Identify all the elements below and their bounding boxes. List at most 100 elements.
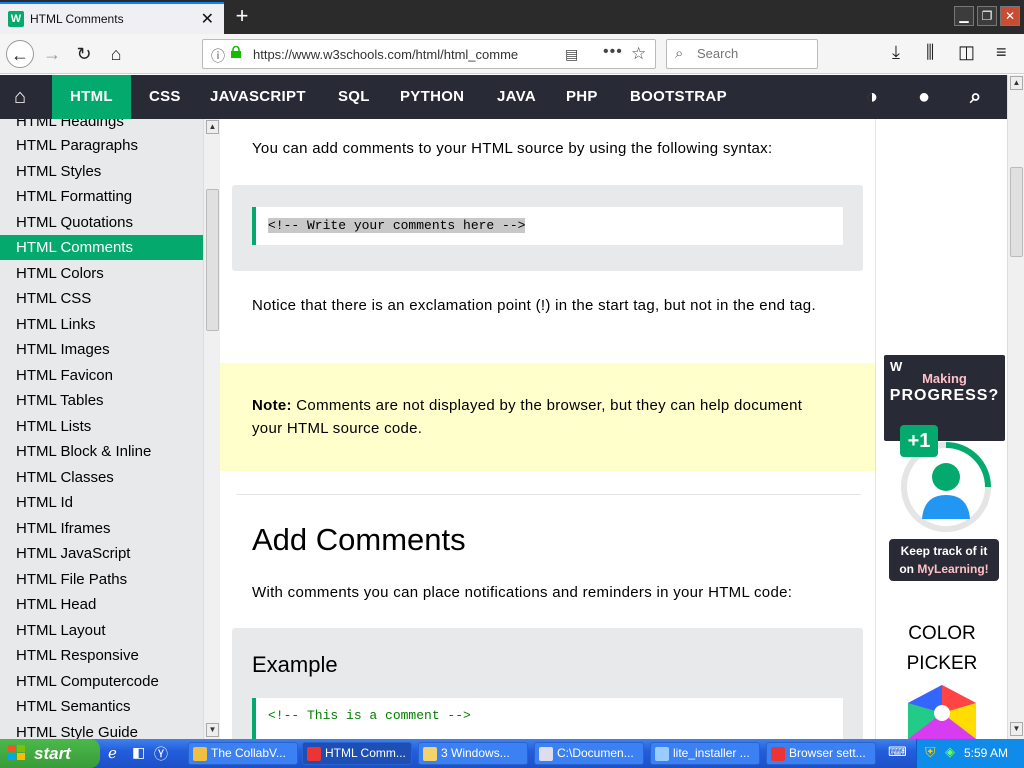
menu-icon[interactable]: ≡ bbox=[996, 42, 1007, 63]
minimize-button[interactable]: ▁ bbox=[954, 6, 974, 26]
sidebar-item-html-lists[interactable]: HTML Lists bbox=[0, 414, 203, 439]
contrast-icon[interactable]: ◑ bbox=[866, 75, 878, 119]
example-code-block: <!-- This is a comment --> bbox=[252, 698, 843, 739]
scroll-up-icon[interactable]: ▲ bbox=[206, 120, 219, 134]
sidebar-item-html-tables[interactable]: HTML Tables bbox=[0, 388, 203, 413]
tab-title: HTML Comments bbox=[30, 12, 124, 26]
w3schools-favicon-icon: W bbox=[8, 11, 24, 27]
taskbar-item-windows[interactable]: 3 Windows... bbox=[418, 742, 528, 765]
example-box: Example <!-- This is a comment --> bbox=[232, 628, 863, 739]
nav-javascript[interactable]: JAVASCRIPT bbox=[210, 75, 306, 119]
ad-mylearning-text: MyLearning! bbox=[917, 562, 989, 576]
syntax-code-block: <!-- Write your comments here --> bbox=[252, 207, 843, 245]
nav-python[interactable]: PYTHON bbox=[400, 75, 464, 119]
sidebar-item-html-layout[interactable]: HTML Layout bbox=[0, 618, 203, 643]
nav-php[interactable]: PHP bbox=[566, 75, 598, 119]
taskbar-item-documents[interactable]: C:\Documen... bbox=[534, 742, 644, 765]
shield-icon[interactable]: ⛨ bbox=[925, 744, 936, 761]
sidebar-item-html-formatting[interactable]: HTML Formatting bbox=[0, 184, 203, 209]
divider bbox=[236, 494, 861, 495]
sidebar: HTML Headings HTML Paragraphs HTML Style… bbox=[0, 119, 203, 739]
taskbar-item-collabvm[interactable]: The CollabV... bbox=[188, 742, 298, 765]
taskbar-item-lite-installer[interactable]: lite_installer ... bbox=[650, 742, 760, 765]
new-tab-button[interactable]: + bbox=[232, 3, 252, 29]
more-icon[interactable]: ••• bbox=[603, 43, 623, 61]
start-button[interactable]: start bbox=[0, 739, 100, 768]
installer-icon bbox=[655, 747, 669, 761]
section-paragraph: With comments you can place notification… bbox=[252, 584, 793, 601]
color-picker-heading[interactable]: COLOR PICKER bbox=[876, 619, 1008, 679]
restore-button[interactable]: ❐ bbox=[977, 6, 997, 26]
w3schools-topnav: ⌂ HTML CSS JAVASCRIPT SQL PYTHON JAVA PH… bbox=[0, 75, 1007, 119]
browser-tab-active[interactable]: W HTML Comments ✕ bbox=[0, 2, 224, 34]
search-icon: ⌕ bbox=[675, 45, 684, 62]
back-icon[interactable]: ← bbox=[6, 40, 34, 68]
yandex-icon[interactable]: Ⓨ bbox=[154, 744, 168, 764]
taskbar-item-label: Browser sett... bbox=[789, 746, 866, 760]
sidebar-item-html-style-guide[interactable]: HTML Style Guide bbox=[0, 720, 203, 739]
sidebar-item-html-head[interactable]: HTML Head bbox=[0, 592, 203, 617]
nav-java[interactable]: JAVA bbox=[497, 75, 536, 119]
download-icon[interactable]: ⤓ bbox=[892, 42, 900, 63]
quicklaunch-icon[interactable]: ◧ bbox=[132, 744, 145, 761]
sidebar-icon[interactable]: ◫ bbox=[958, 42, 975, 63]
library-icon[interactable]: ⫼ bbox=[926, 42, 934, 63]
mylearning-ad[interactable]: W Making PROGRESS? +1 Keep track of it o… bbox=[884, 355, 1005, 581]
scroll-down-icon[interactable]: ▼ bbox=[1010, 722, 1023, 736]
clock[interactable]: 5:59 AM bbox=[964, 746, 1008, 760]
info-icon[interactable]: ⓘ bbox=[211, 46, 225, 66]
sidebar-item-html-semantics[interactable]: HTML Semantics bbox=[0, 694, 203, 719]
tab-close-icon[interactable]: ✕ bbox=[201, 9, 214, 29]
lock-icon bbox=[231, 46, 241, 58]
window-close-button[interactable]: ✕ bbox=[1000, 6, 1020, 26]
sidebar-item-html-classes[interactable]: HTML Classes bbox=[0, 465, 203, 490]
reload-icon[interactable]: ↻ bbox=[70, 40, 98, 68]
sidebar-item-html-comments[interactable]: HTML Comments bbox=[0, 235, 203, 260]
page-scroll-thumb[interactable] bbox=[1010, 167, 1023, 257]
globe-icon[interactable]: ● bbox=[918, 75, 930, 119]
sidebar-item-html-iframes[interactable]: HTML Iframes bbox=[0, 516, 203, 541]
nav-sql[interactable]: SQL bbox=[338, 75, 370, 119]
sidebar-item-html-links[interactable]: HTML Links bbox=[0, 312, 203, 337]
keyboard-icon[interactable]: ⌨ bbox=[888, 744, 907, 760]
taskbar-item-browser-settings[interactable]: Browser sett... bbox=[766, 742, 876, 765]
page-scrollbar[interactable]: ▲ ▼ bbox=[1007, 75, 1024, 739]
home-icon[interactable]: ⌂ bbox=[14, 75, 26, 119]
search-icon[interactable]: ⌕ bbox=[970, 75, 982, 119]
sidebar-item-html-images[interactable]: HTML Images bbox=[0, 337, 203, 362]
nav-css[interactable]: CSS bbox=[149, 75, 181, 119]
nav-bootstrap[interactable]: BOOTSTRAP bbox=[630, 75, 727, 119]
ie-icon[interactable]: ℯ bbox=[108, 744, 117, 762]
sidebar-item-html-paragraphs[interactable]: HTML Paragraphs bbox=[0, 133, 203, 158]
sidebar-item-html-colors[interactable]: HTML Colors bbox=[0, 261, 203, 286]
sidebar-item-html-file-paths[interactable]: HTML File Paths bbox=[0, 567, 203, 592]
url-text[interactable]: https://www.w3schools.com/html/html_comm… bbox=[253, 47, 533, 62]
url-bar[interactable]: ⓘ https://www.w3schools.com/html/html_co… bbox=[202, 39, 656, 69]
sidebar-item-html-headings[interactable]: HTML Headings bbox=[0, 119, 203, 134]
sidebar-item-html-block-inline[interactable]: HTML Block & Inline bbox=[0, 439, 203, 464]
sidebar-item-html-quotations[interactable]: HTML Quotations bbox=[0, 210, 203, 235]
taskbar-item-label: 3 Windows... bbox=[441, 746, 510, 760]
sidebar-item-html-favicon[interactable]: HTML Favicon bbox=[0, 363, 203, 388]
reader-icon[interactable]: ▤ bbox=[565, 46, 578, 63]
color-wheel-icon[interactable] bbox=[902, 683, 982, 739]
sidebar-scroll-thumb[interactable] bbox=[206, 189, 219, 331]
forward-icon[interactable]: → bbox=[38, 40, 66, 68]
sidebar-item-html-javascript[interactable]: HTML JavaScript bbox=[0, 541, 203, 566]
sidebar-scrollbar[interactable]: ▲ ▼ bbox=[203, 119, 220, 739]
scroll-down-icon[interactable]: ▼ bbox=[206, 723, 219, 737]
taskbar-item-html-comments[interactable]: HTML Comm... bbox=[302, 742, 412, 765]
sidebar-item-html-id[interactable]: HTML Id bbox=[0, 490, 203, 515]
taskbar-item-label: HTML Comm... bbox=[325, 746, 406, 760]
bookmark-star-icon[interactable]: ☆ bbox=[631, 44, 646, 64]
sidebar-item-html-css[interactable]: HTML CSS bbox=[0, 286, 203, 311]
search-input[interactable] bbox=[697, 46, 807, 61]
scroll-up-icon[interactable]: ▲ bbox=[1010, 76, 1023, 90]
nav-html[interactable]: HTML bbox=[52, 75, 131, 119]
home-icon[interactable]: ⌂ bbox=[102, 40, 130, 68]
sidebar-item-html-responsive[interactable]: HTML Responsive bbox=[0, 643, 203, 668]
sidebar-item-html-styles[interactable]: HTML Styles bbox=[0, 159, 203, 184]
network-icon[interactable]: ◈ bbox=[945, 744, 955, 760]
sidebar-item-html-computercode[interactable]: HTML Computercode bbox=[0, 669, 203, 694]
search-bar[interactable]: ⌕ bbox=[666, 39, 818, 69]
